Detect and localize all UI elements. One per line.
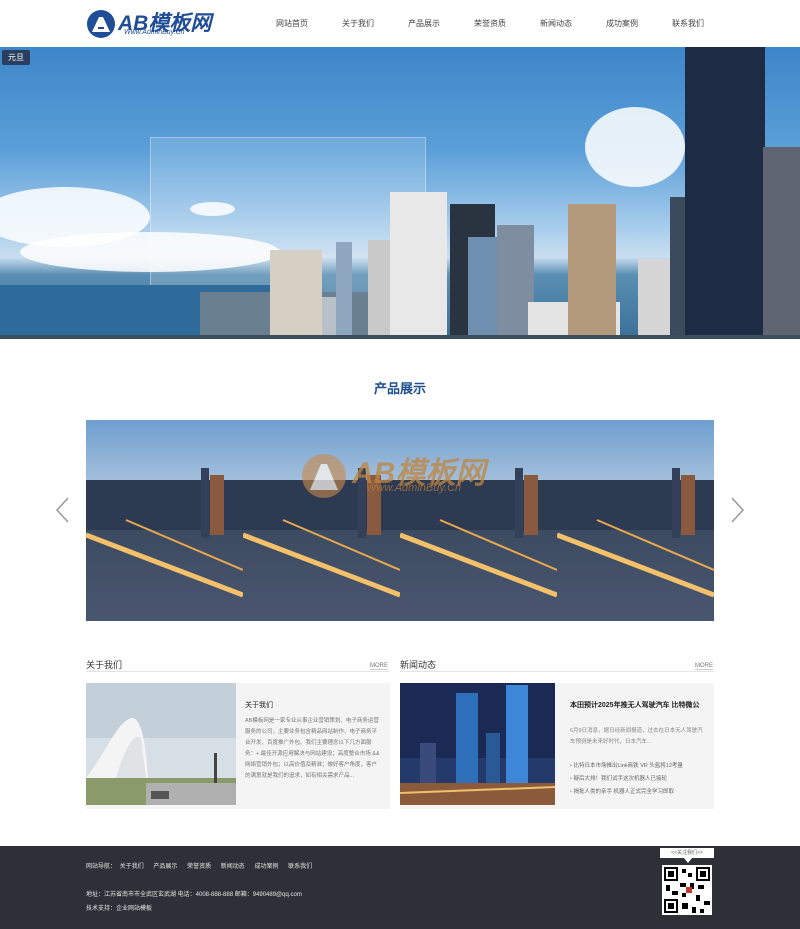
news-list: 比特日本市场推出Link商铁 VR 头盔将12考量 疑后大排！我们试手这次机器人…	[570, 760, 710, 799]
product-image	[557, 420, 714, 621]
site-header: AB模板网 Www.AdminBuy.Cn 网站首页 关于我们 产品展示 荣誉资…	[0, 0, 800, 47]
news-image[interactable]	[400, 683, 555, 805]
logo-subtitle: Www.AdminBuy.Cn	[124, 29, 185, 36]
news-description: 6月9日消息，据日经新闻报道，过去在日本无人驾驶汽车预测是未来好时代，日本汽车.…	[570, 728, 703, 745]
footer-nav-honors[interactable]: 荣誉资质	[187, 864, 211, 870]
news-list-item[interactable]: 疑后大排！我们试手这次机器人已接轮	[570, 773, 710, 786]
site-footer: 网站导航： 关于我们 产品展示 荣誉资质 新闻动态 成功案例 联系我们 地址：江…	[0, 846, 800, 929]
product-slide[interactable]	[243, 420, 400, 621]
footer-nav-news[interactable]: 新闻动态	[221, 864, 245, 870]
product-slide[interactable]	[86, 420, 243, 621]
qr-code-icon	[662, 865, 712, 915]
footer-nav-contact[interactable]: 联系我们	[288, 864, 312, 870]
footer-tech-support[interactable]: 技术支持：企业网站模板	[86, 903, 152, 912]
nav-honors[interactable]: 荣誉资质	[474, 18, 506, 29]
footer-contact-info: 地址：江苏省南市市全武区玄武湖 电话：4008-888-888 邮箱：94904…	[86, 892, 302, 898]
nav-contact[interactable]: 联系我们	[672, 18, 704, 29]
city-skyline	[0, 47, 800, 339]
footer-nav: 网站导航： 关于我们 产品展示 荣誉资质 新闻动态 成功案例 联系我们	[86, 861, 320, 870]
about-body: AB模板网是一家专业从事企业营销策划、电子商务运营服务的公司，主要业务包含精品网…	[245, 718, 380, 779]
chevron-left-icon[interactable]	[54, 496, 70, 524]
divider	[86, 671, 390, 672]
qr-code-graphic	[664, 867, 710, 913]
nav-about[interactable]: 关于我们	[342, 18, 374, 29]
footer-nav-products[interactable]: 产品展示	[153, 864, 177, 870]
about-heading: 关于我们	[86, 660, 123, 670]
news-list-item[interactable]: 揭批人类的亲手 机器人正式完全学习即取	[570, 786, 710, 799]
hero-banner[interactable]: 元旦	[0, 47, 800, 339]
product-carousel	[86, 420, 714, 621]
divider	[400, 671, 714, 672]
news-photo	[400, 683, 555, 805]
news-heading: 新闻动态	[400, 660, 437, 670]
news-list-item[interactable]: 比特日本市场推出Link商铁 VR 头盔将12考量	[570, 760, 710, 773]
footer-nav-label: 网站导航：	[86, 864, 117, 870]
footer-nav-cases[interactable]: 成功案例	[254, 864, 278, 870]
site-logo[interactable]: AB模板网 Www.AdminBuy.Cn	[86, 8, 236, 42]
news-more-link[interactable]: MORE	[695, 663, 713, 670]
product-image	[400, 420, 557, 621]
chevron-right-icon[interactable]	[730, 496, 746, 524]
qr-label: <<关注我们>>	[660, 848, 714, 858]
banner-tag: 元旦	[2, 50, 30, 65]
news-title[interactable]: 本田预计2025年推无人驾驶汽车 比特微公	[570, 700, 708, 711]
nav-home[interactable]: 网站首页	[276, 18, 308, 29]
product-slide[interactable]	[557, 420, 714, 621]
products-title: 产品展示	[373, 381, 426, 396]
about-more-link[interactable]: MORE	[370, 663, 388, 670]
qr-block: <<关注我们>>	[660, 846, 714, 929]
product-image	[243, 420, 400, 621]
product-image	[86, 420, 243, 621]
nav-products[interactable]: 产品展示	[408, 18, 440, 29]
about-photo	[86, 683, 236, 805]
about-image[interactable]	[86, 683, 236, 805]
product-slide[interactable]	[400, 420, 557, 621]
caret-down-icon	[684, 858, 692, 863]
nav-cases[interactable]: 成功案例	[606, 18, 638, 29]
logo-mark-icon	[87, 10, 115, 38]
about-title[interactable]: 关于我们	[245, 700, 273, 710]
footer-nav-about[interactable]: 关于我们	[120, 864, 144, 870]
nav-news[interactable]: 新闻动态	[540, 18, 572, 29]
